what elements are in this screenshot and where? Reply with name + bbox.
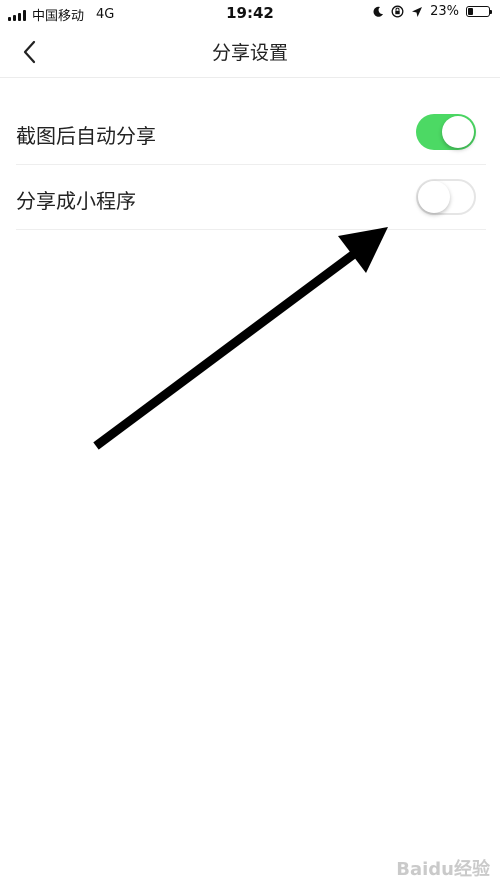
settings-list: 截图后自动分享 分享成小程序	[0, 100, 500, 230]
setting-label: 分享成小程序	[16, 189, 136, 213]
location-icon	[412, 6, 423, 17]
auto-share-toggle[interactable]	[416, 114, 476, 150]
arrow-shaft	[93, 247, 361, 450]
moon-icon	[373, 6, 384, 17]
toggle-knob	[418, 181, 450, 213]
battery-fill	[468, 8, 473, 15]
status-bar: 中国移动 4G 19:42 23%	[0, 0, 500, 26]
mini-program-toggle[interactable]	[416, 179, 476, 215]
nav-bar: 分享设置	[0, 26, 500, 78]
setting-label: 截图后自动分享	[16, 124, 156, 148]
status-right: 23%	[372, 4, 492, 19]
battery-icon	[466, 6, 492, 17]
page-title: 分享设置	[211, 42, 288, 64]
orientation-lock-icon	[391, 5, 404, 18]
setting-row-mini-program: 分享成小程序	[16, 165, 486, 230]
baidu-watermark: Baidu经验	[396, 859, 490, 880]
arrow-head-icon	[338, 227, 388, 273]
setting-row-auto-share: 截图后自动分享	[16, 100, 486, 165]
battery-percent: 23%	[430, 4, 459, 19]
toggle-knob	[442, 116, 474, 148]
